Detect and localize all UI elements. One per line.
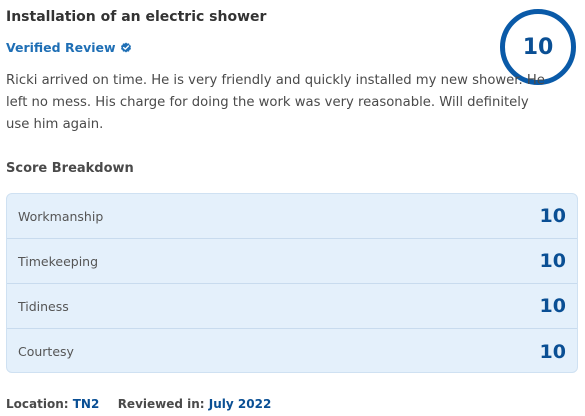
breakdown-label: Courtesy (18, 344, 74, 359)
breakdown-label: Workmanship (18, 208, 104, 224)
reviewed-value: July 2022 (208, 397, 272, 411)
breakdown-label: Tidiness (18, 298, 69, 314)
breakdown-row-workmanship: Workmanship 10 (7, 194, 577, 239)
reviewed-label: Reviewed in: (117, 397, 205, 411)
verified-review-badge: Verified Review (6, 40, 132, 55)
breakdown-row-tidiness: Tidiness 10 (7, 284, 577, 329)
review-footer: Location: TN2 Reviewed in: July 2022 (6, 397, 271, 411)
breakdown-score: 10 (539, 340, 566, 363)
verified-check-icon (120, 42, 132, 54)
breakdown-label: Timekeeping (18, 253, 99, 269)
score-breakdown-list: Workmanship 10 Timekeeping 10 Tidiness 1… (6, 193, 578, 373)
breakdown-row-timekeeping: Timekeeping 10 (7, 239, 577, 284)
breakdown-score: 10 (539, 295, 566, 317)
score-breakdown-title: Score Breakdown (6, 161, 134, 176)
review-card: Installation of an electric shower Verif… (6, 0, 578, 416)
breakdown-row-courtesy: Courtesy 10 (7, 329, 577, 372)
breakdown-score: 10 (539, 205, 566, 227)
breakdown-score: 10 (539, 250, 566, 272)
review-body: Ricki arrived on time. He is very friend… (6, 73, 545, 132)
review-title: Installation of an electric shower (6, 9, 267, 25)
location-value: TN2 (72, 397, 100, 411)
location-label: Location: (6, 397, 69, 411)
verified-review-label: Verified Review (6, 40, 116, 55)
